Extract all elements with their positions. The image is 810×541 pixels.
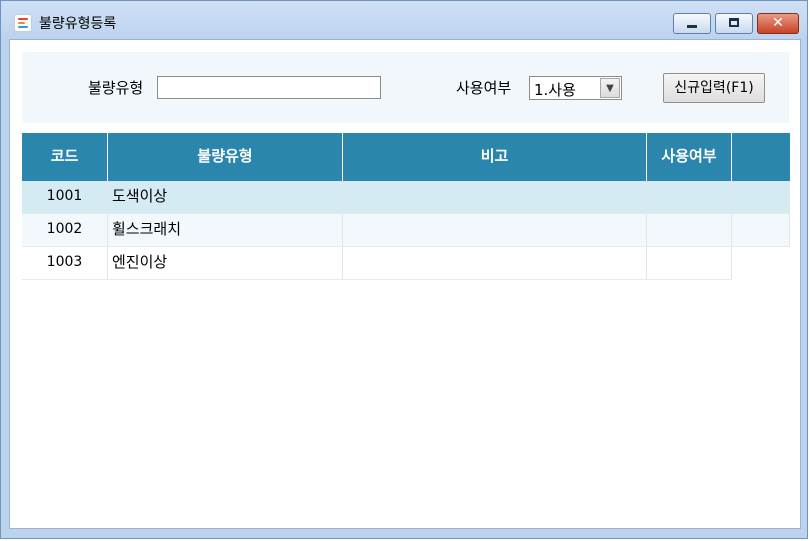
table-row[interactable]: 1002 휠스크래치 (22, 214, 790, 247)
row-use-status-cell[interactable] (647, 247, 732, 280)
row-code-cell[interactable]: 1003 (22, 247, 108, 280)
column-header-note[interactable]: 비고 (343, 133, 647, 181)
defect-type-input[interactable] (157, 76, 381, 99)
use-status-label: 사용여부 (456, 79, 512, 97)
row-filler-cell (732, 214, 790, 247)
defect-type-grid: 코드 불량유형 비고 사용여부 1001 도색이상 1002 휠스크래치 100… (22, 133, 790, 525)
row-note-cell[interactable] (343, 247, 647, 280)
app-logo-icon (14, 14, 32, 32)
maximize-button[interactable] (715, 13, 753, 34)
row-use-status-cell[interactable] (647, 214, 732, 247)
row-note-cell[interactable] (343, 214, 647, 247)
use-status-value: 1.사용 (534, 81, 576, 99)
title-bar[interactable]: 불량유형등록 ✕ (1, 1, 807, 41)
row-use-status-cell[interactable] (647, 181, 732, 214)
minimize-button[interactable] (673, 13, 711, 34)
table-row[interactable]: 1001 도색이상 (22, 181, 790, 214)
minimize-icon (687, 25, 697, 28)
table-row[interactable]: 1003 엔진이상 (22, 247, 732, 280)
row-filler-cell (732, 181, 790, 214)
row-code-cell[interactable]: 1002 (22, 214, 108, 247)
defect-type-label: 불량유형 (88, 79, 144, 97)
window-title: 불량유형등록 (39, 16, 117, 32)
app-window: 불량유형등록 ✕ 불량유형 사용여부 1.사용 ▼ 신규입력(F1) 코드 불량… (0, 0, 808, 539)
row-note-cell[interactable] (343, 181, 647, 214)
new-entry-button[interactable]: 신규입력(F1) (663, 73, 765, 103)
client-area: 불량유형 사용여부 1.사용 ▼ 신규입력(F1) 코드 불량유형 비고 사용여… (9, 39, 801, 529)
column-header-use-status[interactable]: 사용여부 (647, 133, 732, 181)
column-header-code[interactable]: 코드 (22, 133, 108, 181)
close-button[interactable]: ✕ (757, 13, 799, 34)
row-defect-type-cell[interactable]: 도색이상 (108, 181, 343, 214)
use-status-select[interactable]: 1.사용 ▼ (529, 76, 622, 100)
row-defect-type-cell[interactable]: 엔진이상 (108, 247, 343, 280)
column-header-defect-type[interactable]: 불량유형 (108, 133, 343, 181)
grid-header: 코드 불량유형 비고 사용여부 (22, 133, 790, 181)
chevron-down-icon[interactable]: ▼ (600, 78, 620, 98)
search-panel: 불량유형 사용여부 1.사용 ▼ 신규입력(F1) (22, 52, 789, 123)
maximize-icon (729, 18, 739, 27)
close-icon: ✕ (772, 15, 784, 31)
row-defect-type-cell[interactable]: 휠스크래치 (108, 214, 343, 247)
row-code-cell[interactable]: 1001 (22, 181, 108, 214)
